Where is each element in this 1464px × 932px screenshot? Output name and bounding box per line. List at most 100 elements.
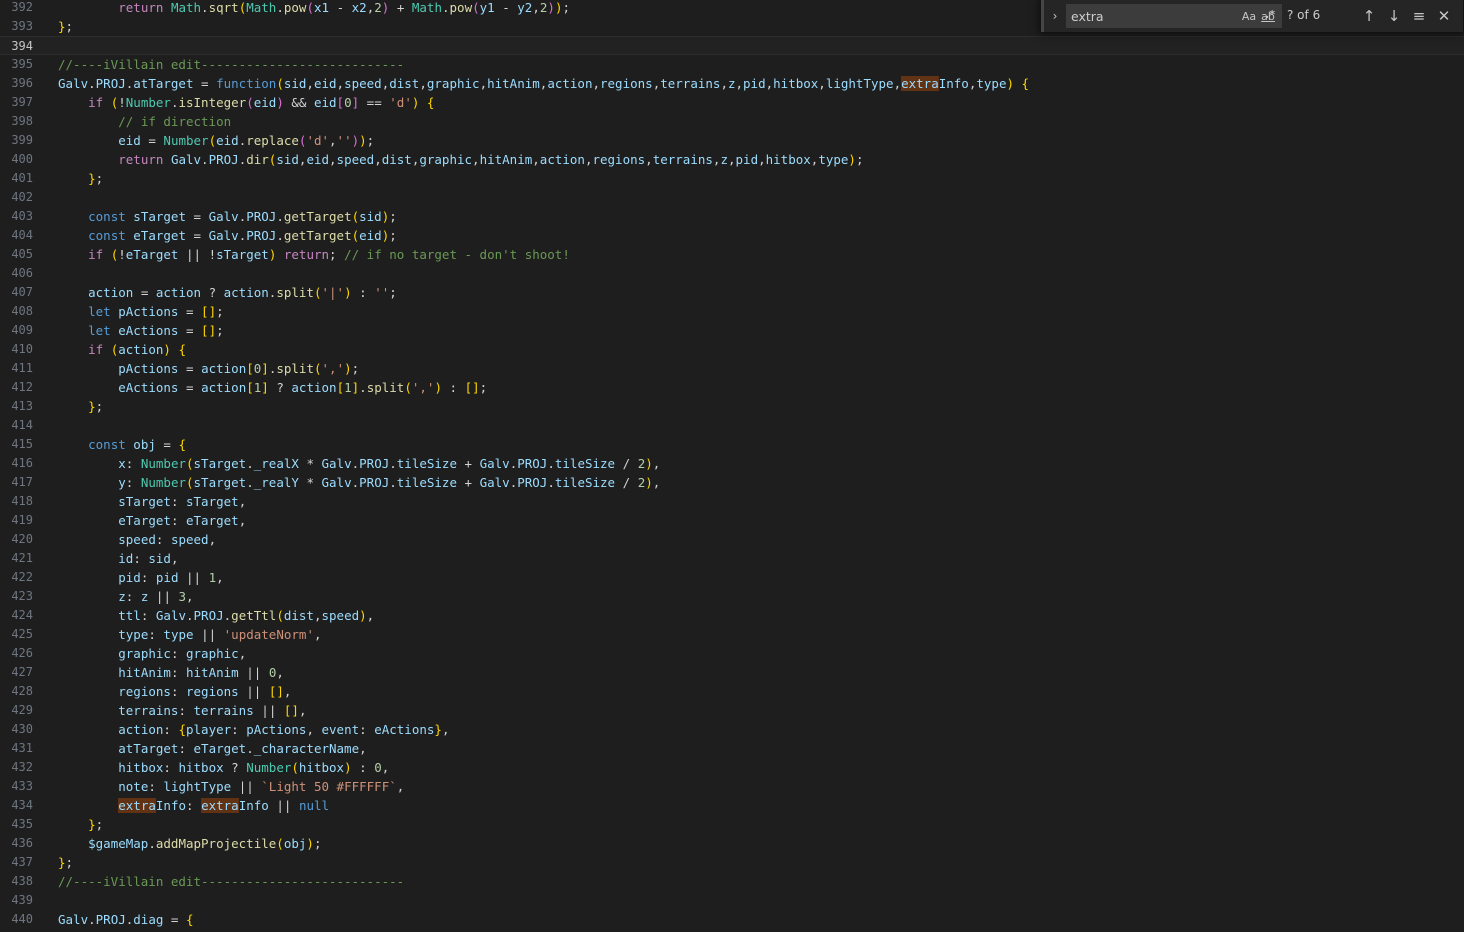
code-line[interactable]: 414 — [0, 416, 1464, 435]
code-line[interactable]: 396 Galv.PROJ.atTarget = function(sid,eid… — [0, 74, 1464, 93]
line-code[interactable]: extraInfo: extraInfo || null — [58, 796, 329, 815]
code-line[interactable]: 399 eid = Number(eid.replace('d','')); — [0, 131, 1464, 150]
code-line[interactable]: 425 type: type || 'updateNorm', — [0, 625, 1464, 644]
code-line[interactable]: 427 hitAnim: hitAnim || 0, — [0, 663, 1464, 682]
line-code[interactable]: }; — [58, 169, 103, 188]
code-line[interactable]: 404 const eTarget = Galv.PROJ.getTarget(… — [0, 226, 1464, 245]
code-line[interactable]: 397 if (!Number.isInteger(eid) && eid[0]… — [0, 93, 1464, 112]
line-code[interactable]: //----iVillain edit---------------------… — [58, 872, 404, 891]
code-line[interactable]: 408 let pActions = []; — [0, 302, 1464, 321]
find-input[interactable]: extra Aa ab — [1066, 4, 1282, 28]
code-line[interactable]: 415 const obj = { — [0, 435, 1464, 454]
code-line[interactable]: 401 }; — [0, 169, 1464, 188]
line-code[interactable]: const obj = { — [58, 435, 186, 454]
line-code[interactable]: if (!Number.isInteger(eid) && eid[0] == … — [58, 93, 434, 112]
code-line[interactable]: 420 speed: speed, — [0, 530, 1464, 549]
code-line[interactable]: 428 regions: regions || [], — [0, 682, 1464, 701]
line-code[interactable]: id: sid, — [58, 549, 178, 568]
code-line[interactable]: 422 pid: pid || 1, — [0, 568, 1464, 587]
code-line[interactable]: 412 eActions = action[1] ? action[1].spl… — [0, 378, 1464, 397]
code-line[interactable]: 435 }; — [0, 815, 1464, 834]
line-code[interactable]: ttl: Galv.PROJ.getTtl(dist,speed), — [58, 606, 374, 625]
find-query[interactable]: extra — [1071, 9, 1104, 24]
regex-toggle[interactable]: .* — [1261, 6, 1279, 24]
line-code[interactable]: $gameMap.addMapProjectile(obj); — [58, 834, 321, 853]
code-line[interactable]: 434 extraInfo: extraInfo || null — [0, 796, 1464, 815]
line-code[interactable]: sTarget: sTarget, — [58, 492, 246, 511]
code-line[interactable]: 440 Galv.PROJ.diag = { — [0, 910, 1464, 929]
code-line[interactable]: 437}; — [0, 853, 1464, 872]
line-code[interactable]: const sTarget = Galv.PROJ.getTarget(sid)… — [58, 207, 397, 226]
close-icon[interactable]: ✕ — [1434, 6, 1454, 26]
code-line[interactable]: 423 z: z || 3, — [0, 587, 1464, 606]
match-case-toggle[interactable]: Aa — [1241, 8, 1257, 26]
code-line[interactable]: 429 terrains: terrains || [], — [0, 701, 1464, 720]
code-line[interactable]: 418 sTarget: sTarget, — [0, 492, 1464, 511]
line-code[interactable]: Galv.PROJ.atTarget = function(sid,eid,sp… — [58, 74, 1029, 93]
code-line[interactable]: 398 // if direction — [0, 112, 1464, 131]
line-code[interactable]: graphic: graphic, — [58, 644, 246, 663]
line-code[interactable]: atTarget: eTarget._characterName, — [58, 739, 366, 758]
code-line[interactable]: 405 if (!eTarget || !sTarget) return; //… — [0, 245, 1464, 264]
code-line[interactable]: 395 //----iVillain edit------------------… — [0, 55, 1464, 74]
code-line[interactable]: 424 ttl: Galv.PROJ.getTtl(dist,speed), — [0, 606, 1464, 625]
code-line[interactable]: 409 let eActions = []; — [0, 321, 1464, 340]
arrow-up-icon[interactable]: ↑ — [1359, 6, 1379, 26]
line-code[interactable]: // if direction — [58, 112, 231, 131]
code-line[interactable]: 410 if (action) { — [0, 340, 1464, 359]
line-code[interactable]: Galv.PROJ.diag = { — [58, 910, 194, 929]
arrow-down-icon[interactable]: ↓ — [1384, 6, 1404, 26]
line-code[interactable]: action: {player: pActions, event: eActio… — [58, 720, 449, 739]
chevron-right-icon[interactable]: › — [1048, 8, 1062, 24]
code-line[interactable]: 407 action = action ? action.split('|') … — [0, 283, 1464, 302]
code-line[interactable]: 413 }; — [0, 397, 1464, 416]
line-code[interactable]: eid = Number(eid.replace('d','')); — [58, 131, 374, 150]
line-code[interactable]: eTarget: eTarget, — [58, 511, 246, 530]
code-line[interactable]: 411 pActions = action[0].split(','); — [0, 359, 1464, 378]
line-code[interactable]: return Math.sqrt(Math.pow(x1 - x2,2) + M… — [58, 0, 570, 17]
code-line[interactable]: 421 id: sid, — [0, 549, 1464, 568]
code-line[interactable]: 402 — [0, 188, 1464, 207]
line-code[interactable]: if (action) { — [58, 340, 186, 359]
code-line[interactable]: 416 x: Number(sTarget._realX * Galv.PROJ… — [0, 454, 1464, 473]
code-line[interactable]: 436 $gameMap.addMapProjectile(obj); — [0, 834, 1464, 853]
code-line[interactable]: 394 — [0, 36, 1464, 55]
line-code[interactable]: eActions = action[1] ? action[1].split('… — [58, 378, 487, 397]
code-editor[interactable]: 392 return Math.sqrt(Math.pow(x1 - x2,2)… — [0, 0, 1464, 932]
line-code[interactable]: let pActions = []; — [58, 302, 224, 321]
line-code[interactable]: }; — [58, 853, 73, 872]
line-code[interactable]: }; — [58, 17, 73, 36]
line-code[interactable]: y: Number(sTarget._realY * Galv.PROJ.til… — [58, 473, 660, 492]
code-line[interactable]: 432 hitbox: hitbox ? Number(hitbox) : 0, — [0, 758, 1464, 777]
line-code[interactable]: terrains: terrains || [], — [58, 701, 306, 720]
code-line[interactable]: 400 return Galv.PROJ.dir(sid,eid,speed,d… — [0, 150, 1464, 169]
code-line[interactable]: 438 //----iVillain edit------------------… — [0, 872, 1464, 891]
code-line[interactable]: 431 atTarget: eTarget._characterName, — [0, 739, 1464, 758]
line-code[interactable]: action = action ? action.split('|') : ''… — [58, 283, 397, 302]
code-line[interactable]: 406 — [0, 264, 1464, 283]
code-line[interactable]: 417 y: Number(sTarget._realY * Galv.PROJ… — [0, 473, 1464, 492]
code-line[interactable]: 426 graphic: graphic, — [0, 644, 1464, 663]
line-code[interactable]: pActions = action[0].split(','); — [58, 359, 359, 378]
code-line[interactable]: 433 note: lightType || `Light 50 #FFFFFF… — [0, 777, 1464, 796]
line-code[interactable]: const eTarget = Galv.PROJ.getTarget(eid)… — [58, 226, 397, 245]
line-code[interactable]: regions: regions || [], — [58, 682, 291, 701]
line-code[interactable]: speed: speed, — [58, 530, 216, 549]
line-code[interactable]: hitAnim: hitAnim || 0, — [58, 663, 284, 682]
line-code[interactable]: x: Number(sTarget._realX * Galv.PROJ.til… — [58, 454, 660, 473]
line-code[interactable]: z: z || 3, — [58, 587, 193, 606]
line-code[interactable]: note: lightType || `Light 50 #FFFFFF`, — [58, 777, 404, 796]
find-in-selection-icon[interactable]: ≡ — [1409, 6, 1429, 26]
code-line[interactable]: 419 eTarget: eTarget, — [0, 511, 1464, 530]
line-code[interactable]: let eActions = []; — [58, 321, 224, 340]
code-line[interactable]: 430 action: {player: pActions, event: eA… — [0, 720, 1464, 739]
line-code[interactable]: return Galv.PROJ.dir(sid,eid,speed,dist,… — [58, 150, 863, 169]
line-code[interactable]: }; — [58, 815, 103, 834]
line-code[interactable]: if (!eTarget || !sTarget) return; // if … — [58, 245, 570, 264]
line-code[interactable]: }; — [58, 397, 103, 416]
code-line[interactable]: 439 — [0, 891, 1464, 910]
code-line[interactable]: 403 const sTarget = Galv.PROJ.getTarget(… — [0, 207, 1464, 226]
line-code[interactable]: pid: pid || 1, — [58, 568, 223, 587]
line-code[interactable]: hitbox: hitbox ? Number(hitbox) : 0, — [58, 758, 389, 777]
line-code[interactable]: type: type || 'updateNorm', — [58, 625, 321, 644]
